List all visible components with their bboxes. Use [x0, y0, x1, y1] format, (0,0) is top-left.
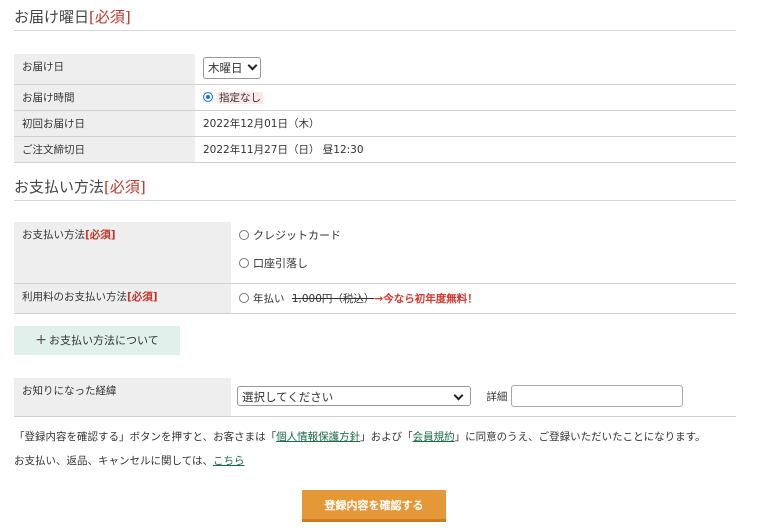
payment-table: お支払い方法[必須] クレジットカード 口座引落し 利用料のお支払い方法[必須]…: [14, 222, 736, 314]
delivery-section-title: お届け曜日[必須]: [14, 6, 131, 27]
delivery-table: お届け日 木曜日 お届け時間 指定なし 初回お届け日 2022年12月01日（木…: [14, 54, 736, 163]
delivery-time-label: お届け時間: [14, 84, 195, 111]
credit-card-label: クレジットカード: [253, 229, 341, 242]
support-text: お支払い、返品、キャンセルに関しては、: [14, 455, 213, 467]
table-row: ご注文締切日 2022年11月27日（日） 昼12:30: [14, 136, 736, 163]
annual-fee-label: 年払い: [253, 293, 285, 305]
confirm-registration-button[interactable]: 登録内容を確認する: [302, 490, 446, 522]
plus-icon: +: [35, 332, 48, 348]
delivery-day-value: 木曜日: [208, 61, 243, 75]
order-deadline-value: 2022年11月27日（日） 昼12:30: [195, 136, 736, 163]
credit-card-radio[interactable]: [239, 230, 249, 240]
payment-option-bank[interactable]: 口座引落し: [239, 250, 728, 278]
required-mark: [必須]: [85, 229, 116, 241]
payment-method-label: お支払い方法[必須]: [14, 222, 231, 284]
required-mark: [必須]: [104, 178, 146, 196]
consent-text-a: 「登録内容を確認する」ボタンを押すと、お客さまは「: [14, 431, 277, 443]
referral-select[interactable]: 選択してください: [237, 386, 471, 406]
delivery-day-label: お届け日: [14, 54, 195, 85]
first-delivery-value: 2022年12月01日（木）: [195, 110, 736, 137]
referral-table: お知りになった経緯 選択してください 詳細: [14, 378, 736, 417]
fee-promo-text: →今なら初年度無料！: [374, 293, 478, 305]
fee-original-price: 1,000円（税込）: [291, 293, 375, 305]
table-row: お支払い方法[必須] クレジットカード 口座引落し: [14, 222, 736, 284]
consent-text-b: 」および「: [360, 431, 413, 443]
fee-payment-label: 利用料のお支払い方法[必須]: [14, 283, 231, 314]
payment-info-button-label: お支払い方法について: [49, 334, 159, 347]
chevron-down-icon: [453, 390, 464, 401]
delivery-day-select[interactable]: 木曜日: [203, 57, 261, 79]
payment-info-button[interactable]: + お支払い方法について: [14, 326, 180, 355]
bank-transfer-label: 口座引落し: [253, 257, 308, 270]
required-mark: [必須]: [89, 8, 131, 26]
detail-label: 詳細: [486, 390, 508, 403]
payment-method-label-text: お支払い方法: [22, 229, 85, 241]
delivery-time-radio[interactable]: [203, 92, 213, 102]
table-row: お届け時間 指定なし: [14, 84, 736, 111]
table-row: 初回お届け日 2022年12月01日（木）: [14, 110, 736, 137]
referral-label: お知りになった経緯: [14, 378, 231, 417]
privacy-policy-link[interactable]: 個人情報保護方針: [276, 431, 360, 443]
bank-transfer-radio[interactable]: [239, 258, 249, 268]
terms-link[interactable]: 会員規約: [413, 431, 455, 443]
payment-title-text: お支払い方法: [14, 178, 105, 196]
annual-fee-radio[interactable]: [239, 293, 249, 303]
table-row: お届け日 木曜日: [14, 54, 736, 85]
payment-section-title: お支払い方法[必須]: [14, 176, 146, 197]
support-note: お支払い、返品、キャンセルに関しては、こちら: [14, 453, 244, 468]
first-delivery-label: 初回お届け日: [14, 110, 195, 137]
chevron-down-icon: [247, 60, 257, 71]
divider: [14, 200, 736, 201]
delivery-title-text: お届け曜日: [14, 8, 90, 26]
divider: [14, 30, 736, 31]
delivery-time-value: 指定なし: [217, 92, 263, 104]
detail-input[interactable]: [510, 385, 683, 407]
table-row: 利用料のお支払い方法[必須] 年払い 1,000円（税込）→今なら初年度無料！: [14, 283, 736, 314]
table-row: お知りになった経緯 選択してください 詳細: [14, 378, 736, 417]
payment-option-credit[interactable]: クレジットカード: [239, 222, 728, 250]
consent-note: 「登録内容を確認する」ボタンを押すと、お客さまは「個人情報保護方針」および「会員…: [14, 429, 706, 444]
order-deadline-label: ご注文締切日: [14, 136, 195, 163]
here-link[interactable]: こちら: [213, 455, 245, 467]
consent-text-c: 」に同意のうえ、ご登録いただいたことになります。: [454, 431, 706, 443]
fee-payment-label-text: 利用料のお支払い方法: [22, 291, 127, 303]
required-mark: [必須]: [127, 291, 158, 303]
referral-select-value: 選択してください: [242, 390, 334, 404]
